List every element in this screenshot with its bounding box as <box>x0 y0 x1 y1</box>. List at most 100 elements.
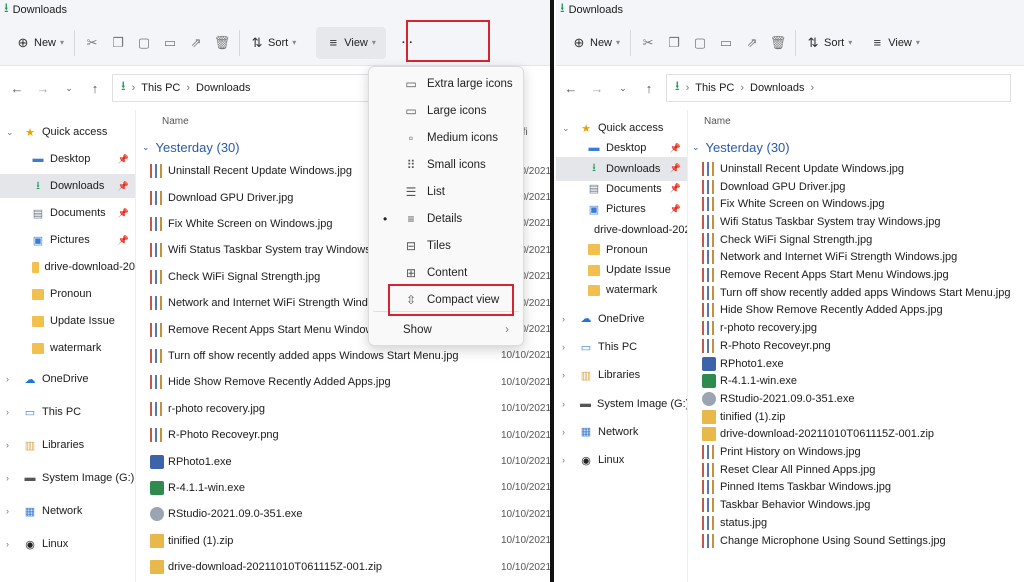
breadcrumb-downloads[interactable]: Downloads <box>196 82 250 94</box>
chevron-right-icon[interactable]: › <box>6 539 9 549</box>
file-row[interactable]: tinified (1).zip <box>690 408 1024 426</box>
sidebar-item-network[interactable]: › ▦ Network <box>0 499 135 523</box>
breadcrumb-this-pc[interactable]: This PC <box>695 82 734 94</box>
back-arrow-icon[interactable]: ← <box>558 81 584 96</box>
view-menu-item-medium-icons[interactable]: ▫ Medium icons <box>373 125 519 151</box>
file-row[interactable]: Change Microphone Using Sound Settings.j… <box>690 532 1024 550</box>
breadcrumb-this-pc[interactable]: This PC <box>141 82 180 94</box>
view-menu-item-small-icons[interactable]: ⠿ Small icons <box>373 152 519 178</box>
chevron-down-icon[interactable]: ⌄ <box>6 127 14 138</box>
sidebar-item-this-pc[interactable]: › ▭ This PC <box>556 335 687 359</box>
file-row[interactable]: Taskbar Behavior Windows.jpg <box>690 496 1024 514</box>
file-row[interactable]: R-4.1.1-win.exe <box>690 372 1024 390</box>
new-button[interactable]: ⊕ New ▾ <box>10 27 70 59</box>
file-row[interactable]: tinified (1).zip 10/10/2021 <box>138 528 550 554</box>
copy-button[interactable]: ❐ <box>105 27 131 59</box>
sidebar-item-system-image-g[interactable]: › ▬ System Image (G:) <box>0 466 135 490</box>
sidebar-item-linux[interactable]: › ◉ Linux <box>556 448 687 472</box>
rename-button[interactable]: ▭ <box>713 27 739 59</box>
sidebar-item-drive-download-20[interactable]: drive-download-20 <box>0 255 135 279</box>
file-row[interactable]: Print History on Windows.jpg <box>690 443 1024 461</box>
file-row[interactable]: R-4.1.1-win.exe 10/10/2021 <box>138 475 550 501</box>
delete-button[interactable]: 🗑 <box>765 27 791 59</box>
sidebar-item-desktop[interactable]: ▬ Desktop 📌 <box>0 147 135 171</box>
recent-chevron-icon[interactable]: ⌄ <box>56 83 82 94</box>
group-header[interactable]: ⌄ Yesterday (30) <box>692 140 790 155</box>
sidebar-item-system-image-g[interactable]: › ▬ System Image (G:) <box>556 392 687 416</box>
sidebar-item-watermark[interactable]: watermark <box>0 336 135 360</box>
view-menu-item-extra-large-icons[interactable]: ▭ Extra large icons <box>373 71 519 97</box>
sidebar-item-network[interactable]: › ▦ Network <box>556 420 687 444</box>
address-bar[interactable]: ⭳ › This PC › Downloads <box>112 74 372 102</box>
breadcrumb-downloads[interactable]: Downloads <box>750 82 804 94</box>
chevron-right-icon[interactable]: › <box>562 427 565 437</box>
sidebar-item-downloads[interactable]: ⭳ Downloads 📌 <box>0 174 135 198</box>
share-button[interactable]: ⇗ <box>183 27 209 59</box>
file-row[interactable]: status.jpg <box>690 514 1024 532</box>
file-row[interactable]: RStudio-2021.09.0-351.exe 10/10/2021 <box>138 501 550 527</box>
file-row[interactable]: drive-download-20211010T061115Z-001.zip 1… <box>138 554 550 580</box>
file-row[interactable]: RPhoto1.exe <box>690 355 1024 373</box>
view-menu-item-details[interactable]: • ≡ Details <box>373 206 519 232</box>
file-row[interactable]: drive-download-20211010T061115Z-001.zip <box>690 426 1024 444</box>
chevron-right-icon[interactable]: › <box>562 455 565 465</box>
view-menu-item-list[interactable]: ☰ List <box>373 179 519 205</box>
sidebar-item-linux[interactable]: › ◉ Linux <box>0 532 135 556</box>
group-header[interactable]: ⌄ Yesterday (30) <box>142 140 240 155</box>
file-row[interactable]: r-photo recovery.jpg 10/10/2021 <box>138 396 550 422</box>
file-row[interactable]: Download GPU Driver.jpg <box>690 178 1024 196</box>
recent-chevron-icon[interactable]: ⌄ <box>610 83 636 94</box>
chevron-down-icon[interactable]: ⌄ <box>562 123 570 134</box>
column-header-name[interactable]: Name <box>704 116 731 127</box>
sort-button[interactable]: ⇅ Sort ▾ <box>800 27 858 59</box>
sidebar-item-pronoun[interactable]: Pronoun <box>0 282 135 306</box>
sidebar-item-this-pc[interactable]: › ▭ This PC <box>0 400 135 424</box>
chevron-right-icon[interactable]: › <box>562 342 565 352</box>
sidebar-item-watermark[interactable]: watermark <box>556 278 687 302</box>
file-row[interactable]: Check WiFi Signal Strength.jpg <box>690 231 1024 249</box>
sidebar-item-onedrive[interactable]: › ☁ OneDrive <box>0 367 135 391</box>
file-row[interactable]: Uninstall Recent Update Windows.jpg <box>690 160 1024 178</box>
sidebar-item-onedrive[interactable]: › ☁ OneDrive <box>556 307 687 331</box>
file-row[interactable]: r-photo recovery.jpg <box>690 319 1024 337</box>
sidebar-item-libraries[interactable]: › ▥ Libraries <box>0 433 135 457</box>
view-menu-item-content[interactable]: ⊞ Content <box>373 260 519 286</box>
chevron-right-icon[interactable]: › <box>6 440 9 450</box>
file-row[interactable]: Reset Clear All Pinned Apps.jpg <box>690 461 1024 479</box>
view-button[interactable]: ≡ View ▾ <box>316 26 386 59</box>
chevron-right-icon[interactable]: › <box>562 399 565 409</box>
address-bar[interactable]: ⭳ › This PC › Downloads › <box>666 74 1011 102</box>
share-button[interactable]: ⇗ <box>739 27 765 59</box>
cut-button[interactable]: ✂ <box>79 27 105 59</box>
back-arrow-icon[interactable]: ← <box>4 81 30 96</box>
chevron-right-icon[interactable]: › <box>6 473 9 483</box>
delete-button[interactable]: 🗑 <box>209 27 235 59</box>
file-row[interactable]: Turn off show recently added apps Window… <box>690 284 1024 302</box>
sidebar-item-libraries[interactable]: › ▥ Libraries <box>556 363 687 387</box>
sidebar-item-quick-access[interactable]: ⌄ ★ Quick access <box>0 120 135 144</box>
new-button[interactable]: ⊕ New ▾ <box>566 27 626 59</box>
chevron-right-icon[interactable]: › <box>6 506 9 516</box>
view-menu-item-show[interactable]: Show › <box>373 317 519 343</box>
sidebar-item-update-issue[interactable]: Update Issue <box>0 309 135 333</box>
paste-button[interactable]: ▢ <box>687 27 713 59</box>
copy-button[interactable]: ❐ <box>661 27 687 59</box>
view-button[interactable]: ≡ View ▾ <box>864 27 926 59</box>
sort-button[interactable]: ⇅ Sort ▾ <box>244 27 302 59</box>
file-row[interactable]: Turn off show recently added apps Window… <box>138 343 550 369</box>
file-row[interactable]: Hide Show Remove Recently Added Apps.jpg <box>690 302 1024 320</box>
up-arrow-icon[interactable]: ↑ <box>82 81 108 96</box>
sidebar-item-pictures[interactable]: ▣ Pictures 📌 <box>0 228 135 252</box>
forward-arrow-icon[interactable]: → <box>584 81 610 96</box>
cut-button[interactable]: ✂ <box>635 27 661 59</box>
file-row[interactable]: Network and Internet WiFi Strength Windo… <box>690 249 1024 267</box>
file-row[interactable]: Remove Recent Apps Start Menu Windows.jp… <box>690 266 1024 284</box>
view-menu-item-tiles[interactable]: ⊟ Tiles <box>373 233 519 259</box>
file-row[interactable]: Wifi Status Taskbar System tray Windows.… <box>690 213 1024 231</box>
column-header-name[interactable]: Name <box>162 116 189 127</box>
file-row[interactable]: Fix White Screen on Windows.jpg <box>690 195 1024 213</box>
up-arrow-icon[interactable]: ↑ <box>636 81 662 96</box>
chevron-right-icon[interactable]: › <box>562 370 565 380</box>
file-row[interactable]: RPhoto1.exe 10/10/2021 <box>138 448 550 474</box>
rename-button[interactable]: ▭ <box>157 27 183 59</box>
